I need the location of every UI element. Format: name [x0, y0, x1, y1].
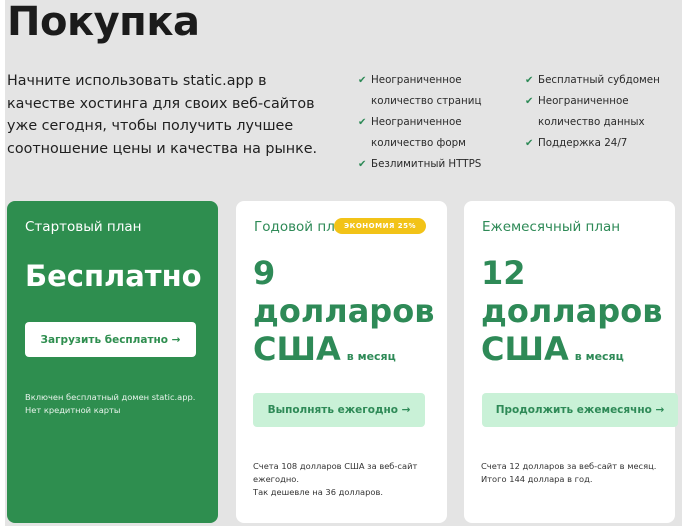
price-currency-line: США в месяц: [253, 330, 443, 376]
feature-item: ✔ Поддержка 24/7: [525, 133, 675, 154]
checkmark-icon: ✔: [525, 75, 534, 86]
plan-name: Ежемесячный план: [482, 219, 621, 235]
plan-note-line: ежегодно.: [253, 474, 299, 484]
plan-note-line: Счета 108 долларов США за веб-сайт: [253, 461, 418, 471]
price-currency-code: США: [253, 330, 341, 368]
price-currency: долларов: [481, 292, 663, 330]
discount-badge: ЭКОНОМИЯ 25%: [334, 218, 427, 234]
plan-price: Бесплатно: [25, 259, 202, 293]
feature-list-left: ✔ Неограниченное количество страниц ✔ Не…: [358, 70, 508, 175]
feature-text: Безлимитный HTTPS: [371, 158, 482, 170]
feature-item: ✔ Неограниченное количество страниц: [358, 70, 508, 112]
price-period: в месяц: [346, 350, 396, 363]
pricing-section: Покупка Начните использовать static.app …: [5, 0, 682, 526]
price-period: в месяц: [574, 350, 624, 363]
checkmark-icon: ✔: [525, 138, 534, 149]
upload-free-button[interactable]: Загрузить бесплатно →: [25, 322, 196, 357]
plan-name: Годовой пла: [254, 219, 344, 235]
price-currency-code: США: [481, 330, 569, 368]
feature-item: ✔ Неограниченное количество данных: [525, 91, 675, 133]
annual-plan-button[interactable]: Выполнять ежегодно →: [253, 393, 425, 427]
plan-name: Стартовый план: [25, 219, 142, 235]
page-title: Покупка: [7, 0, 200, 45]
plan-note-line: Нет кредитной карты: [25, 405, 121, 415]
plan-price: 9 долларов США в месяц: [253, 254, 443, 376]
plan-note: Счета 12 долларов за веб-сайт в месяц. И…: [481, 460, 661, 486]
checkmark-icon: ✔: [358, 117, 367, 128]
plan-note: Включен бесплатный домен static.app. Нет…: [25, 391, 195, 417]
feature-text: количество страниц: [371, 95, 482, 107]
price-currency-line: США в месяц: [481, 330, 671, 376]
feature-text: количество форм: [371, 137, 466, 149]
plan-card-free: Стартовый план Бесплатно Загрузить беспл…: [7, 201, 218, 523]
plan-note-line: Счета 12 долларов за веб-сайт в месяц.: [481, 461, 657, 471]
feature-text: Поддержка 24/7: [538, 137, 628, 149]
intro-text: Начните использовать static.app в качест…: [7, 73, 318, 157]
feature-text: Бесплатный субдомен: [538, 74, 660, 86]
feature-item: ✔ Бесплатный субдомен: [525, 70, 675, 91]
monthly-plan-button[interactable]: Продолжить ежемесячно →: [482, 393, 678, 427]
feature-text: количество данных: [538, 116, 645, 128]
plan-price: 12 долларов США в месяц: [481, 254, 671, 376]
feature-text: Неограниченное: [371, 74, 462, 86]
plan-card-monthly: Ежемесячный план 12 долларов США в месяц …: [464, 201, 678, 523]
plan-note: Счета 108 долларов США за веб-сайт ежего…: [253, 460, 433, 499]
plan-note-line: Включен бесплатный домен static.app.: [25, 392, 196, 402]
feature-item: ✔ Безлимитный HTTPS: [358, 154, 508, 175]
price-amount: 12: [481, 254, 526, 292]
plan-card-annual: Годовой пла ЭКОНОМИЯ 25% 9 долларов США в…: [236, 201, 447, 523]
checkmark-icon: ✔: [358, 159, 367, 170]
price-amount: 9: [253, 254, 276, 292]
plan-note-line: Итого 144 доллара в год.: [481, 474, 593, 484]
feature-text: Неограниченное: [371, 116, 462, 128]
feature-list-right: ✔ Бесплатный субдомен ✔ Неограниченное к…: [525, 70, 675, 154]
feature-item: ✔ Неограниченное количество форм: [358, 112, 508, 154]
price-currency: долларов: [253, 292, 435, 330]
checkmark-icon: ✔: [525, 96, 534, 107]
checkmark-icon: ✔: [358, 75, 367, 86]
plan-note-line: Так дешевле на 36 долларов.: [253, 487, 383, 497]
feature-text: Неограниченное: [538, 95, 629, 107]
